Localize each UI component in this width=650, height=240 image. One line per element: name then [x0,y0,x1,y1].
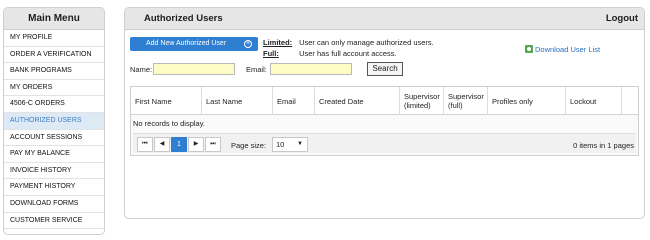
pager-info: 0 items in 1 pages [573,141,634,150]
sidebar-item-order-verification[interactable]: ORDER A VERIFICATION [4,47,104,64]
chevron-down-icon: ▼ [297,141,303,147]
page-size-value: 10 [276,140,285,149]
page-1-button[interactable]: 1 [171,137,187,152]
legend-full: Full: User has full account access. [263,48,434,59]
sidebar-item-payment-history[interactable]: PAYMENT HISTORY [4,179,104,196]
name-label: Name: [130,65,153,74]
search-button[interactable]: Search [367,62,403,76]
sidebar-item-pay-my-balance[interactable]: PAY MY BALANCE [4,146,104,163]
next-page-button[interactable]: ▶ [188,137,204,152]
panel-header: Authorized Users Logout [125,8,644,30]
authorized-users-panel: Authorized Users Logout Add New Authoriz… [124,7,645,219]
legend-full-text: User has full account access. [299,49,397,58]
email-input[interactable] [270,63,352,75]
sidebar-item-4506c-orders[interactable]: 4506-C ORDERS [4,96,104,113]
sidebar-item-authorized-users[interactable]: AUTHORIZED USERS [4,112,104,130]
sidebar-title: Main Menu [4,8,104,30]
column-supervisor-limited[interactable]: Supervisor (limited) [400,87,444,115]
sidebar-item-bank-programs[interactable]: BANK PROGRAMS [4,63,104,80]
sidebar-item-customer-service[interactable]: CUSTOMER SERVICE [4,213,104,230]
sidebar-item-account-sessions[interactable]: ACCOUNT SESSIONS [4,130,104,147]
plus-circle-icon: + [244,40,252,48]
column-email[interactable]: Email [273,87,315,115]
column-first-name[interactable]: First Name [131,87,202,115]
sidebar-item-invoice-history[interactable]: INVOICE HISTORY [4,163,104,180]
download-icon [525,45,533,53]
add-button-label: Add New Authorized User [146,40,227,47]
column-last-name[interactable]: Last Name [202,87,273,115]
legend-limited: Limited: User can only manage authorized… [263,37,434,48]
legend-full-key: Full: [263,49,279,58]
legend-limited-key: Limited: [263,38,293,47]
name-input[interactable] [153,63,235,75]
sidebar-menu: MY PROFILE ORDER A VERIFICATION BANK PRO… [4,30,104,230]
first-page-button[interactable]: ⏮ [137,137,153,152]
column-supervisor-full[interactable]: Supervisor (full) [444,87,488,115]
sidebar: Main Menu MY PROFILE ORDER A VERIFICATIO… [3,7,105,235]
page-title: Authorized Users [144,13,223,24]
grid-pager: ⏮ ◀ 1 ▶ ⏭ Page size: 10 ▼ 0 items in 1 p… [133,133,636,153]
last-page-button[interactable]: ⏭ [205,137,221,152]
add-authorized-user-button[interactable]: Add New Authorized User + [130,37,258,51]
column-lockout[interactable]: Lockout [566,87,622,115]
logout-link[interactable]: Logout [606,8,638,30]
page-size-label: Page size: [231,141,267,150]
email-label: Email: [246,65,267,74]
users-grid: First Name Last Name Email Created Date … [130,86,639,156]
column-profiles-only[interactable]: Profiles only [488,87,566,115]
empty-message: No records to display. [133,119,205,128]
legend-limited-text: User can only manage authorized users. [299,38,434,47]
page-size-select[interactable]: 10 ▼ [272,137,308,152]
grid-header: First Name Last Name Email Created Date … [131,87,638,115]
sidebar-item-download-forms[interactable]: DOWNLOAD FORMS [4,196,104,213]
permission-legend: Limited: User can only manage authorized… [263,37,434,59]
sidebar-item-my-profile[interactable]: MY PROFILE [4,30,104,47]
column-created-date[interactable]: Created Date [315,87,400,115]
sidebar-item-my-orders[interactable]: MY ORDERS [4,80,104,97]
download-label: Download User List [535,45,601,54]
download-user-list-link[interactable]: Download User List [525,45,600,54]
prev-page-button[interactable]: ◀ [154,137,170,152]
